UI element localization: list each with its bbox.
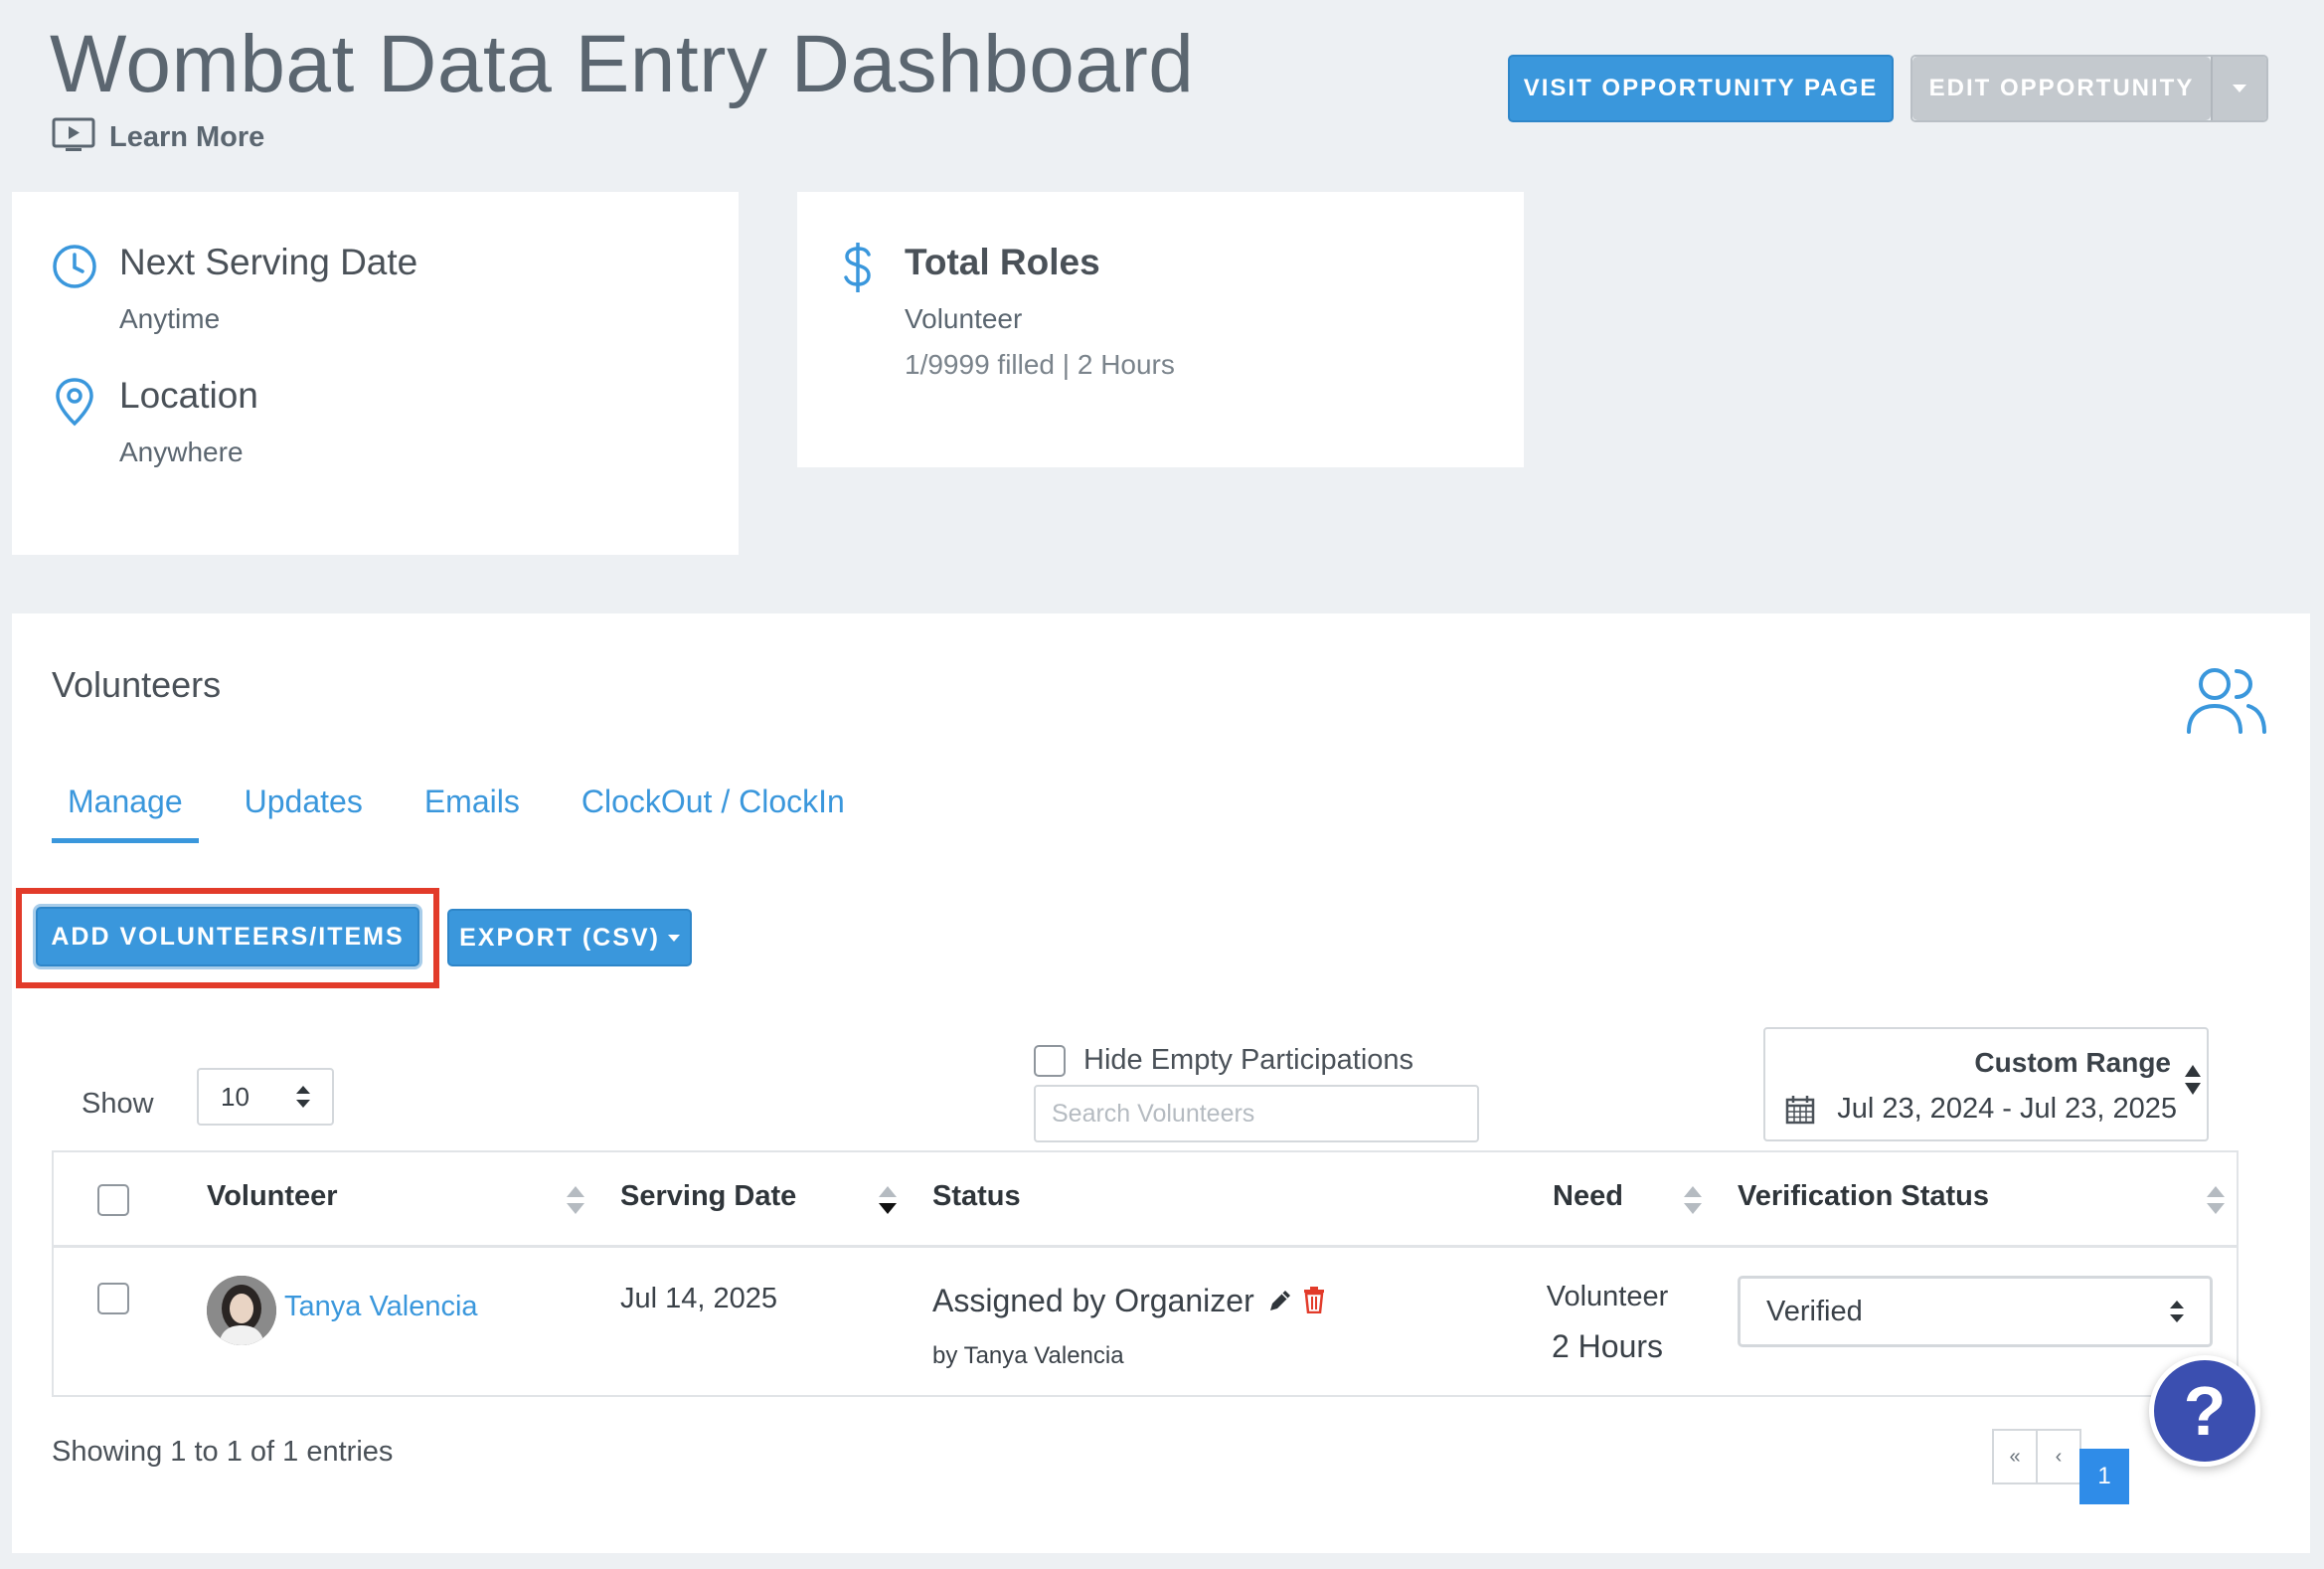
volunteer-tabs: Manage Updates Emails ClockOut / ClockIn	[52, 784, 891, 843]
learn-more-link[interactable]: Learn More	[52, 117, 264, 158]
row-checkbox[interactable]	[97, 1283, 129, 1314]
volunteers-table: Volunteer Serving Date Status Need Verif…	[52, 1150, 2239, 1397]
table-row: Tanya Valencia Jul 14, 2025 Assigned by …	[54, 1251, 2237, 1395]
calendar-icon	[1785, 1096, 1815, 1125]
pagination: « ‹ 1	[1992, 1429, 2129, 1504]
pencil-icon[interactable]	[1267, 1288, 1293, 1313]
column-header-volunteer[interactable]: Volunteer	[207, 1180, 338, 1213]
caret-down-icon	[667, 934, 680, 942]
role-name: Volunteer	[905, 303, 1023, 334]
dollar-icon	[841, 242, 875, 298]
edit-opportunity-group: EDIT OPPORTUNITY	[1910, 55, 2268, 122]
first-page-button[interactable]: «	[1992, 1429, 2038, 1484]
sort-icon[interactable]	[2207, 1186, 2225, 1214]
learn-more-label: Learn More	[109, 121, 265, 153]
schedule-card: Next Serving Date Anytime Location Anywh…	[12, 192, 739, 555]
tab-manage[interactable]: Manage	[52, 784, 199, 843]
table-header: Volunteer Serving Date Status Need Verif…	[54, 1152, 2237, 1248]
sort-icon[interactable]	[567, 1186, 584, 1214]
showing-entries-text: Showing 1 to 1 of 1 entries	[52, 1436, 394, 1468]
volunteers-title: Volunteers	[52, 664, 222, 705]
status-text: Assigned by Organizer	[932, 1283, 1326, 1319]
select-all-checkbox[interactable]	[97, 1184, 129, 1216]
page-1-button[interactable]: 1	[2079, 1449, 2129, 1504]
edit-opportunity-button[interactable]: EDIT OPPORTUNITY	[1912, 57, 2211, 120]
sort-arrows-icon	[2170, 1301, 2184, 1322]
range-title: Custom Range	[1974, 1047, 2171, 1078]
tab-emails[interactable]: Emails	[409, 784, 536, 843]
page-title: Wombat Data Entry Dashboard	[50, 19, 1195, 109]
next-serving-value: Anytime	[119, 303, 221, 334]
range-dates: Jul 23, 2024 - Jul 23, 2025	[1837, 1093, 2177, 1125]
caret-down-icon	[2233, 85, 2246, 92]
export-csv-button[interactable]: EXPORT (CSV)	[447, 909, 692, 966]
verification-status-value: Verified	[1766, 1295, 1863, 1327]
column-header-status: Status	[932, 1180, 1021, 1212]
trash-icon[interactable]	[1302, 1286, 1326, 1314]
date-range-picker[interactable]: Custom Range Jul 23, 2024 - Jul 23, 2025	[1763, 1027, 2209, 1141]
export-csv-label: EXPORT (CSV)	[459, 923, 660, 952]
roles-card: Total Roles Volunteer 1/9999 filled | 2 …	[797, 192, 1524, 467]
add-volunteers-button[interactable]: ADD VOLUNTEERS/ITEMS	[36, 907, 419, 966]
location-label: Location	[119, 375, 258, 416]
visit-opportunity-button[interactable]: VISIT OPPORTUNITY PAGE	[1508, 55, 1894, 122]
search-volunteers-input[interactable]	[1034, 1085, 1479, 1142]
hide-empty-toggle[interactable]: Hide Empty Participations	[1034, 1044, 1413, 1077]
volunteer-name-link[interactable]: Tanya Valencia	[284, 1291, 478, 1323]
page-size-select[interactable]: 10	[197, 1068, 334, 1126]
sort-desc-icon[interactable]	[879, 1186, 897, 1214]
column-header-need[interactable]: Need	[1553, 1180, 1623, 1213]
sort-icon[interactable]	[1684, 1186, 1702, 1214]
next-serving-label: Next Serving Date	[119, 242, 418, 282]
status-label: Assigned by Organizer	[932, 1283, 1254, 1318]
status-by: by Tanya Valencia	[932, 1342, 1124, 1369]
hide-empty-label: Hide Empty Participations	[1083, 1044, 1414, 1076]
need-hours: 2 Hours	[1551, 1328, 1664, 1364]
serving-date: Jul 14, 2025	[620, 1283, 778, 1314]
clock-icon	[52, 244, 97, 294]
sort-arrows-icon	[2185, 1065, 2201, 1095]
tab-updates[interactable]: Updates	[229, 784, 379, 843]
role-detail: 1/9999 filled | 2 Hours	[905, 349, 1175, 380]
need-role: Volunteer	[1546, 1281, 1669, 1312]
location-pin-icon	[54, 377, 95, 432]
page-size-value: 10	[221, 1081, 249, 1112]
users-icon	[2185, 664, 2268, 741]
hide-empty-checkbox[interactable]	[1034, 1044, 1066, 1077]
location-value: Anywhere	[119, 436, 244, 467]
sort-arrows-icon	[296, 1086, 310, 1108]
show-label: Show	[82, 1088, 154, 1120]
total-roles-title: Total Roles	[905, 242, 1100, 282]
tab-clockout-clockin[interactable]: ClockOut / ClockIn	[566, 784, 861, 843]
edit-opportunity-dropdown[interactable]	[2211, 57, 2266, 120]
prev-page-button[interactable]: ‹	[2036, 1429, 2081, 1484]
column-header-serving-date[interactable]: Serving Date	[620, 1180, 796, 1213]
help-button[interactable]: ?	[2149, 1355, 2260, 1467]
verification-status-select[interactable]: Verified	[1738, 1276, 2213, 1347]
column-header-verification[interactable]: Verification Status	[1738, 1180, 1989, 1213]
avatar	[207, 1276, 276, 1345]
video-icon	[52, 117, 95, 158]
